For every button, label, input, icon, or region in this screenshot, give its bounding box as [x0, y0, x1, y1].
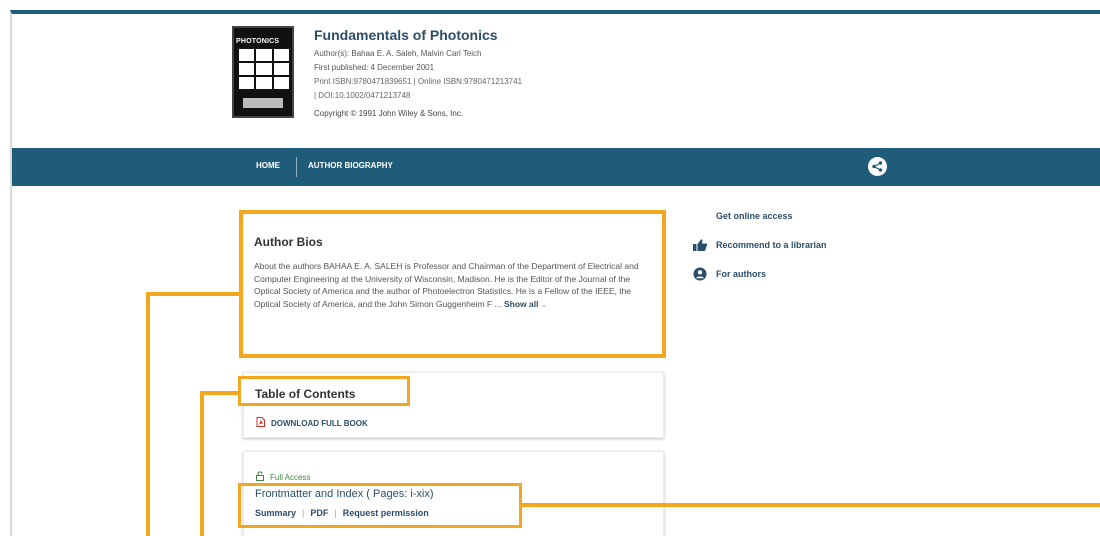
- share-icon: [872, 161, 883, 172]
- chapter-pdf-link[interactable]: PDF: [310, 508, 328, 518]
- chapter-links: Summary | PDF | Request permission: [255, 508, 429, 518]
- nav-divider: [296, 157, 297, 177]
- book-published: First published: 4 December 2001: [314, 63, 434, 72]
- chapter-request-permission-link[interactable]: Request permission: [343, 508, 429, 518]
- toc-title: Table of Contents: [255, 387, 356, 401]
- chapter-links-separator: |: [334, 508, 337, 518]
- share-button[interactable]: [868, 157, 887, 176]
- author-bios-section: Author Bios About the authors BAHAA E. A…: [239, 210, 666, 358]
- download-full-book-link[interactable]: DOWNLOAD FULL BOOK: [256, 417, 368, 429]
- recommend-label: Recommend to a librarian: [716, 240, 827, 250]
- author-bios-title: Author Bios: [254, 235, 323, 249]
- author-bios-text: About the authors BAHAA E. A. SALEH is P…: [254, 260, 652, 311]
- show-all-link[interactable]: Show all: [504, 299, 538, 309]
- book-doi[interactable]: | DOI:10.1002/0471213748: [314, 91, 410, 100]
- chapter-title-link[interactable]: Frontmatter and Index ( Pages: i-xix): [255, 488, 434, 500]
- authors-value[interactable]: Bahaa E. A. Saleh, Malvin Carl Teich: [351, 49, 481, 58]
- book-isbn: Print ISBN:9780471839651 | Online ISBN:9…: [314, 77, 523, 86]
- chapter-leader-horizontal: [522, 503, 1100, 507]
- bios-leader-horizontal: [146, 292, 239, 296]
- toc-title-highlight: Table of Contents: [238, 376, 410, 406]
- download-full-book-label: DOWNLOAD FULL BOOK: [271, 418, 368, 428]
- chapter-links-separator: |: [302, 508, 305, 518]
- book-cover-image[interactable]: PHOTONICS: [232, 26, 294, 118]
- cover-brand-text: PHOTONICS: [236, 38, 280, 45]
- authors-label: Author(s):: [314, 49, 350, 58]
- published-label: First published:: [314, 63, 369, 72]
- full-access-label: Full Access: [270, 472, 311, 482]
- get-online-access-link[interactable]: Get online access: [716, 211, 793, 221]
- pdf-file-icon: [256, 417, 265, 429]
- book-navbar: HOME AUTHOR BIOGRAPHY: [12, 148, 1100, 186]
- author-bios-body: About the authors BAHAA E. A. SALEH is P…: [254, 261, 639, 309]
- cover-bottom-band: [243, 98, 283, 108]
- book-copyright: Copyright © 1991 John Wiley & Sons, Inc.: [314, 109, 464, 118]
- for-authors-label: For authors: [716, 269, 767, 279]
- nav-author-biography-tab[interactable]: AUTHOR BIOGRAPHY: [308, 161, 393, 170]
- chevron-down-icon: ⌄: [540, 299, 548, 309]
- for-authors-link[interactable]: For authors: [692, 267, 766, 281]
- nav-home-tab[interactable]: HOME: [256, 161, 280, 170]
- chapter-summary-link[interactable]: Summary: [255, 508, 296, 518]
- toc-leader-horizontal: [200, 391, 238, 395]
- book-authors: Author(s): Bahaa E. A. Saleh, Malvin Car…: [314, 49, 482, 58]
- full-access-badge: Full Access: [256, 471, 310, 483]
- recommend-librarian-link[interactable]: Recommend to a librarian: [692, 238, 827, 252]
- published-value: 4 December 2001: [370, 63, 435, 72]
- toc-leader-vertical: [200, 391, 204, 536]
- thumbs-up-icon: [692, 238, 708, 252]
- user-circle-icon: [692, 267, 708, 281]
- unlock-icon: [256, 471, 264, 483]
- bios-leader-vertical: [146, 292, 150, 536]
- cover-grid-art: [239, 49, 289, 89]
- book-title: Fundamentals of Photonics: [314, 27, 498, 43]
